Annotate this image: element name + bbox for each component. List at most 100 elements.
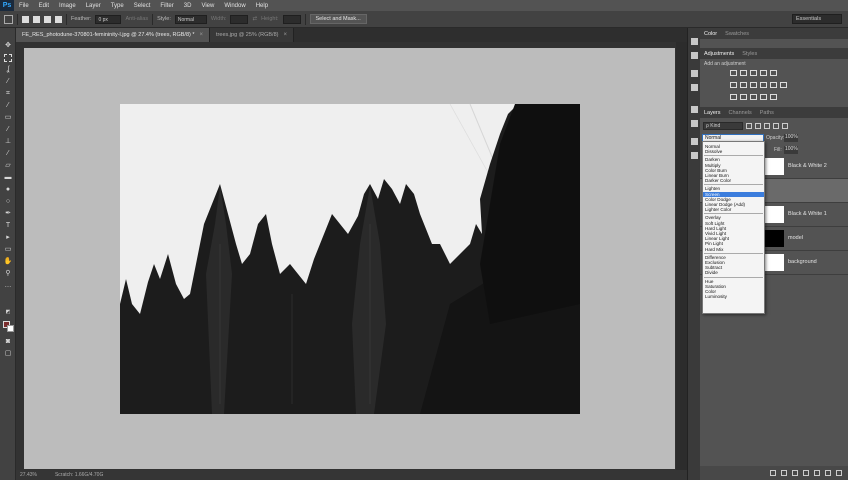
zoom-level[interactable]: 27.43% [20,472,37,478]
menu-filter[interactable]: Filter [155,3,178,9]
menu-type[interactable]: Type [106,3,129,9]
history-brush-tool-icon[interactable]: ⁄ [4,150,12,158]
crop-tool-icon[interactable]: ⌗ [4,90,12,98]
brightness-contrast-icon[interactable] [730,70,737,76]
tab-styles[interactable]: Styles [742,51,757,57]
antialias-checkbox[interactable]: Anti-alias [125,16,148,22]
zoom-tool-icon[interactable]: ⚲ [4,270,12,278]
pen-tool-icon[interactable]: ✒ [4,210,12,218]
blend-mode-option[interactable]: Lighter Color [703,207,764,212]
type-filter-icon[interactable] [764,123,770,129]
intersect-selection-icon[interactable] [55,15,62,23]
document-canvas-image[interactable] [120,104,580,414]
gradient-map-icon[interactable] [760,94,767,100]
fill-input[interactable]: 100% [784,146,798,154]
layer-thumbnail[interactable] [764,230,784,247]
eraser-tool-icon[interactable]: ▱ [4,162,12,170]
scratch-info[interactable]: Scratch: 1.66G/4.70G [55,472,103,478]
new-layer-icon[interactable] [825,470,831,476]
workspace-select[interactable]: Essentials [792,14,842,24]
close-icon[interactable]: × [200,32,204,38]
new-group-icon[interactable] [814,470,820,476]
screen-mode-icon[interactable]: ▢ [4,350,12,358]
shape-tool-icon[interactable]: ▭ [4,246,12,254]
type-tool-icon[interactable]: T [4,222,12,230]
photo-filter-icon[interactable] [760,82,767,88]
blend-mode-option[interactable]: Hard Mix [703,247,764,252]
default-colors-icon[interactable]: ◩ [4,308,12,316]
layer-name[interactable]: Black & White 1 [788,211,827,217]
more-tools-icon[interactable]: … [4,282,12,290]
layer-style-icon[interactable] [781,470,787,476]
selective-color-icon[interactable] [770,94,777,100]
curves-icon[interactable] [750,70,757,76]
threshold-icon[interactable] [750,94,757,100]
vibrance-icon[interactable] [770,70,777,76]
levels-icon[interactable] [740,70,747,76]
tab-layers[interactable]: Layers [704,110,721,116]
blend-mode-option[interactable]: Luminosity [703,294,764,299]
layer-name[interactable]: model [788,235,803,241]
tab-channels[interactable]: Channels [729,110,752,116]
brush-presets-panel-icon[interactable] [691,120,698,127]
layer-thumbnail[interactable] [764,206,784,223]
blur-tool-icon[interactable]: ● [4,186,12,194]
new-selection-icon[interactable] [22,15,29,23]
menu-layer[interactable]: Layer [81,3,106,9]
lasso-tool-icon[interactable]: ʆ [4,66,12,74]
select-and-mask-button[interactable]: Select and Mask... [309,14,367,24]
character-panel-icon[interactable] [691,152,698,159]
tab-document-2[interactable]: trees.jpg @ 25% (RGB/8) × [210,28,294,42]
layer-thumbnail[interactable] [764,158,784,175]
color-lookup-icon[interactable] [780,82,787,88]
menu-file[interactable]: File [14,3,34,9]
pixel-filter-icon[interactable] [746,123,752,129]
path-selection-tool-icon[interactable]: ▸ [4,234,12,242]
menu-image[interactable]: Image [54,3,81,9]
tab-document-1[interactable]: FE_RES_photodune-370801-femininity-l.jpg… [16,28,211,42]
menu-help[interactable]: Help [251,3,273,9]
menu-edit[interactable]: Edit [34,3,54,9]
blend-mode-option[interactable]: Divide [703,270,764,275]
add-selection-icon[interactable] [33,15,40,23]
blend-mode-option[interactable]: Darker Color [703,178,764,183]
feather-input[interactable]: 0 px [95,14,122,24]
tab-swatches[interactable]: Swatches [725,31,749,37]
link-layers-icon[interactable] [770,470,776,476]
healing-brush-tool-icon[interactable]: ▭ [4,114,12,122]
layer-kind-filter[interactable]: ρ Kind [703,122,743,130]
black-white-icon[interactable] [750,82,757,88]
close-icon[interactable]: × [283,32,287,38]
new-adjustment-icon[interactable] [803,470,809,476]
background-color-swatch[interactable] [7,325,14,332]
menu-view[interactable]: View [196,3,219,9]
swap-icon[interactable]: ⇄ [252,16,257,22]
menu-3d[interactable]: 3D [179,3,197,9]
opacity-input[interactable]: 100% [784,134,798,142]
brush-tool-icon[interactable]: ⁄ [4,126,12,134]
brush-panel-icon[interactable] [691,106,698,113]
delete-layer-icon[interactable] [836,470,842,476]
layer-name[interactable]: background [788,259,817,265]
info-panel-icon[interactable] [691,84,698,91]
actions-panel-icon[interactable] [691,52,698,59]
blend-mode-option[interactable]: Dissolve [703,149,764,154]
vertical-scrollbar[interactable] [676,42,687,470]
gradient-tool-icon[interactable]: ▬ [4,174,12,182]
adjustment-filter-icon[interactable] [755,123,761,129]
history-panel-icon[interactable] [691,38,698,45]
dodge-tool-icon[interactable]: ○ [4,198,12,206]
properties-panel-icon[interactable] [691,70,698,77]
tab-adjustments[interactable]: Adjustments [704,51,734,57]
layer-thumbnail[interactable] [764,254,784,271]
width-input[interactable] [230,14,249,24]
height-input[interactable] [282,14,301,24]
marquee-tool-icon[interactable] [4,54,12,62]
add-mask-icon[interactable] [792,470,798,476]
clone-stamp-tool-icon[interactable]: ⊥ [4,138,12,146]
clone-source-panel-icon[interactable] [691,138,698,145]
layer-thumbnail[interactable] [764,182,784,199]
hand-tool-icon[interactable]: ✋ [4,258,13,266]
posterize-icon[interactable] [740,94,747,100]
shape-filter-icon[interactable] [773,123,779,129]
